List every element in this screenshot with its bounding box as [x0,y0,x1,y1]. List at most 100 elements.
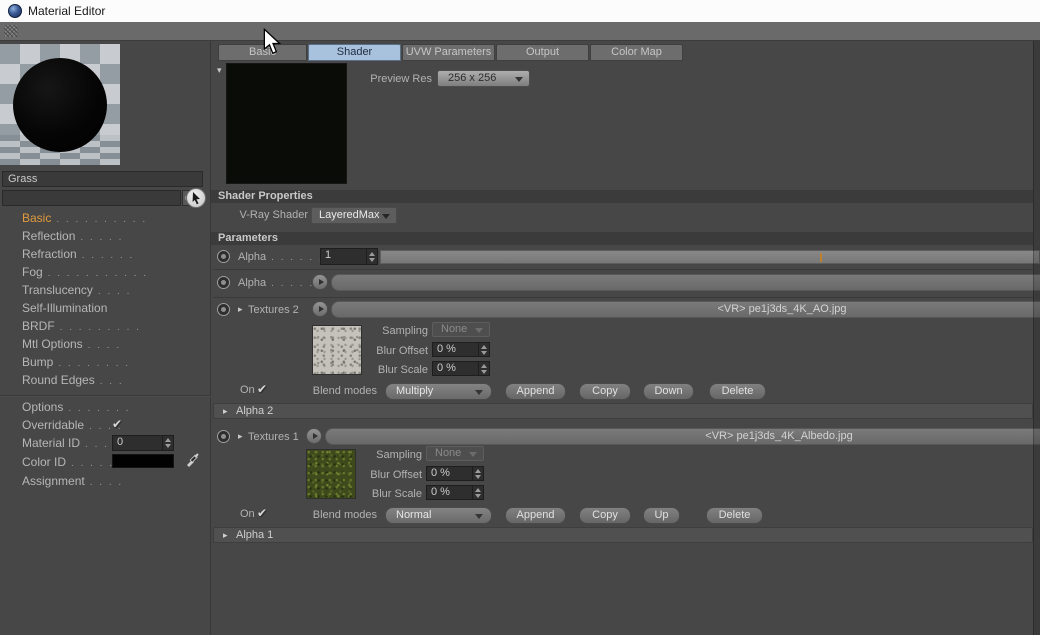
blur-offset-input[interactable]: 0 % [426,466,484,481]
blur-scale-label: Blur Scale [377,364,428,376]
toolbar [0,22,1040,41]
sidebar-divider [0,395,211,397]
chevron-right-icon: ▸ [223,406,228,416]
vray-shader-value: LayeredMax [319,209,380,221]
copy-button[interactable]: Copy [579,507,631,524]
vray-shader-dropdown[interactable]: LayeredMax [311,207,397,224]
alpha-value-input[interactable]: 1 [320,248,378,265]
blur-scale-stepper[interactable] [472,486,482,499]
mouse-cursor [263,28,282,55]
blend-mode-dropdown[interactable]: Multiply [385,383,492,400]
material-name-input[interactable]: Grass [2,171,203,187]
material-id-stepper[interactable] [162,436,172,450]
tab-shader[interactable]: Shader [308,44,401,61]
sidebar-item-reflection[interactable]: Reflection. . . . . [22,227,123,245]
keyframe-circle-icon[interactable] [217,276,230,289]
group-alpha2-label: Alpha 2 [235,405,274,417]
blur-scale-stepper[interactable] [478,362,488,375]
alpha-value-stepper[interactable] [366,249,376,264]
app-icon [8,4,22,18]
chevron-down-icon[interactable]: ▾ [217,65,222,76]
sidebar-item-brdf[interactable]: BRDF. . . . . . . . . [22,317,141,335]
textures2-file-slot[interactable]: <VR> pe1j3ds_4K_AO.jpg [331,301,1040,318]
append-button[interactable]: Append [505,383,566,400]
sidebar-item-options[interactable]: Options. . . . . . . [22,398,130,416]
pick-material-button[interactable] [186,188,206,208]
copy-button[interactable]: Copy [579,383,631,400]
chevron-right-icon[interactable]: ▸ [238,431,243,442]
material-reference-field[interactable] [2,190,181,206]
append-button[interactable]: Append [505,507,566,524]
material-id-value: 0 [117,436,124,448]
chevron-down-icon [515,76,523,82]
vray-shader-label: V-Ray Shader [239,209,308,221]
alpha-slider-track[interactable] [380,250,1040,264]
up-button[interactable]: Up [643,507,680,524]
alpha-texture-slot[interactable] [331,274,1040,291]
delete-button[interactable]: Delete [709,383,766,400]
chevron-down-icon [469,451,477,457]
blur-offset-label: Blur Offset [370,469,422,481]
down-button[interactable]: Down [643,383,694,400]
blur-offset-input[interactable]: 0 % [432,342,490,357]
blur-offset-label: Blur Offset [376,345,428,357]
eyedropper-icon[interactable] [185,451,199,467]
chevron-right-icon: ▸ [223,530,228,540]
tab-color-map[interactable]: Color Map [590,44,683,61]
color-id-swatch[interactable] [112,454,174,468]
textures2-label: Textures 2 [248,304,299,316]
tab-uvw-parameters[interactable]: UVW Parameters [402,44,495,61]
blend-modes-label: Blend modes [312,385,377,397]
blend-mode-dropdown[interactable]: Normal [385,507,492,524]
keyframe-circle-icon[interactable] [217,250,230,263]
textures1-label: Textures 1 [248,431,299,443]
sidebar-item-self-illumination[interactable]: Self-Illumination [22,299,112,317]
panel-right-edge [1033,41,1040,635]
section-parameters: Parameters [211,232,1033,245]
sidebar-item-round-edges[interactable]: Round Edges. . . [22,371,124,389]
blend-mode-value: Multiply [396,385,434,397]
row-separator [213,297,1033,298]
material-sidebar: Grass ▸ Basic. . . . . . . . . . Reflect… [0,41,211,635]
group-alpha2[interactable]: ▸ Alpha 2 [213,403,1033,419]
delete-button[interactable]: Delete [706,507,763,524]
sidebar-item-overridable[interactable]: Overridable. . . . [22,416,122,434]
preview-res-dropdown[interactable]: 256 x 256 [437,70,530,87]
blur-offset-stepper[interactable] [472,467,482,480]
overridable-checkbox[interactable]: ✔ [112,417,122,431]
sidebar-item-fog[interactable]: Fog. . . . . . . . . . . [22,263,148,281]
blur-scale-input[interactable]: 0 % [426,485,484,500]
slider-tick-icon [820,253,822,262]
window-title: Material Editor [28,4,106,18]
keyframe-circle-icon[interactable] [217,303,230,316]
preview-res-label: Preview Res [370,73,432,85]
alpha-slider-label: Alpha. . . . . . [238,251,324,263]
texture-options-button[interactable] [306,428,322,444]
sidebar-item-mtl-options[interactable]: Mtl Options. . . . [22,335,121,353]
sidebar-item-assignment[interactable]: Assignment. . . . [22,472,123,490]
blend-modes-label: Blend modes [312,509,377,521]
blur-offset-stepper[interactable] [478,343,488,356]
sidebar-item-basic[interactable]: Basic. . . . . . . . . . [22,209,147,227]
material-editor-window: Material Editor Grass ▸ Basic. . . . . .… [0,0,1040,635]
on-checkbox[interactable]: ✔ [257,382,267,396]
shader-preview-image [226,63,347,184]
alpha-value: 1 [325,249,332,261]
sidebar-item-refraction[interactable]: Refraction. . . . . . [22,245,134,263]
texture-options-button[interactable] [312,274,328,290]
chevron-down-icon [475,513,483,519]
keyframe-circle-icon[interactable] [217,430,230,443]
sidebar-item-bump[interactable]: Bump. . . . . . . . [22,353,130,371]
sampling-label: Sampling [382,325,428,337]
on-label: On [240,508,255,520]
blur-scale-input[interactable]: 0 % [432,361,490,376]
texture-options-button[interactable] [312,301,328,317]
tab-output[interactable]: Output [496,44,589,61]
drag-grip-icon[interactable] [4,25,18,37]
textures1-file-slot[interactable]: <VR> pe1j3ds_4K_Albedo.jpg [325,428,1040,445]
chevron-right-icon[interactable]: ▸ [238,304,243,315]
sidebar-item-translucency[interactable]: Translucency. . . . [22,281,131,299]
on-checkbox[interactable]: ✔ [257,506,267,520]
group-alpha1[interactable]: ▸ Alpha 1 [213,527,1033,543]
material-id-input[interactable]: 0 [112,435,174,451]
